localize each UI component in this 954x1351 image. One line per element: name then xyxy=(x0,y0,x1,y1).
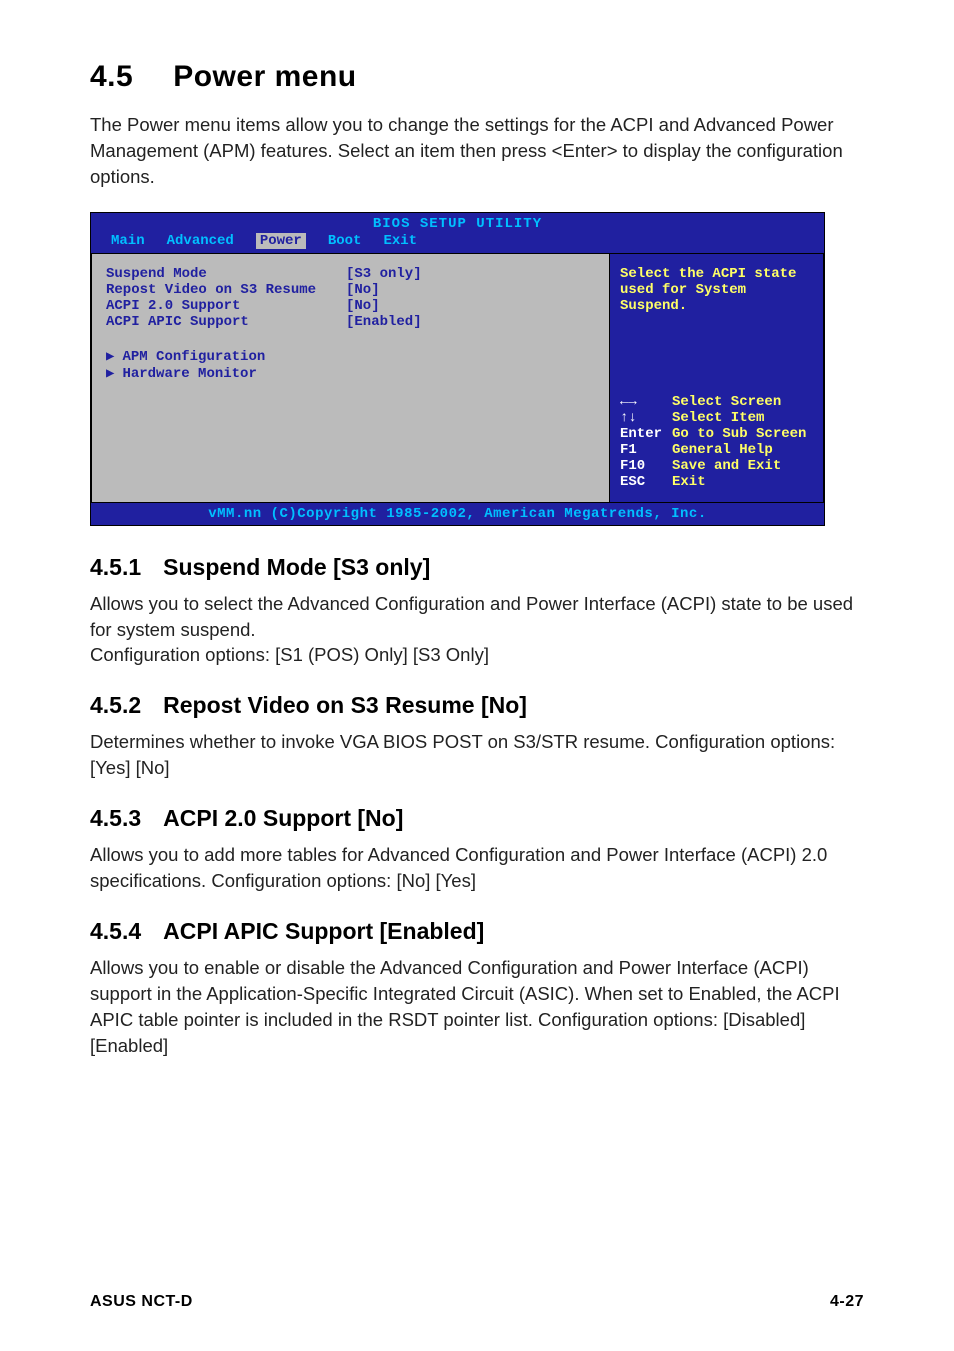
bios-submenu-apm[interactable]: ▶ APM Configuration xyxy=(106,348,595,365)
section-heading: 4.5 Power menu xyxy=(90,60,864,94)
bios-nav-row: ↑↓Select Item xyxy=(620,410,813,426)
bios-copyright: vMM.nn (C)Copyright 1985-2002, American … xyxy=(91,503,824,525)
footer-product: ASUS NCT-D xyxy=(90,1293,193,1311)
subsection-body: Allows you to add more tables for Advanc… xyxy=(90,842,864,894)
bios-tab-advanced[interactable]: Advanced xyxy=(167,233,234,249)
bios-nav-key: ←→ xyxy=(620,394,672,410)
bios-nav-key: Enter xyxy=(620,426,672,442)
bios-nav-row: EnterGo to Sub Screen xyxy=(620,426,813,442)
bios-nav-row: F10Save and Exit xyxy=(620,458,813,474)
subsection-body: Allows you to select the Advanced Config… xyxy=(90,591,864,669)
bios-item-label: Repost Video on S3 Resume xyxy=(106,282,346,298)
bios-nav-row: F1General Help xyxy=(620,442,813,458)
subsection-body: Determines whether to invoke VGA BIOS PO… xyxy=(90,729,864,781)
bios-submenu-label: Hardware Monitor xyxy=(122,366,256,382)
intro-paragraph: The Power menu items allow you to change… xyxy=(90,112,864,190)
subsection-title: ACPI APIC Support [Enabled] xyxy=(163,918,484,944)
bios-setting-acpi-apic[interactable]: ACPI APIC Support [Enabled] xyxy=(106,314,595,330)
subsection-number: 4.5.2 xyxy=(90,692,141,718)
bios-tab-exit[interactable]: Exit xyxy=(383,233,417,249)
page-content: 4.5 Power menu The Power menu items allow… xyxy=(90,60,864,1283)
bios-item-label: ACPI APIC Support xyxy=(106,314,346,330)
bios-setting-repost-video[interactable]: Repost Video on S3 Resume [No] xyxy=(106,282,595,298)
subsection-body: Allows you to enable or disable the Adva… xyxy=(90,955,864,1059)
subsection-heading: 4.5.1 Suspend Mode [S3 only] xyxy=(90,554,864,581)
subsection-heading: 4.5.2 Repost Video on S3 Resume [No] xyxy=(90,692,864,719)
bios-submenu-list: ▶ APM Configuration ▶ Hardware Monitor xyxy=(106,348,595,382)
bios-tab-main[interactable]: Main xyxy=(111,233,145,249)
bios-setting-acpi-20[interactable]: ACPI 2.0 Support [No] xyxy=(106,298,595,314)
bios-nav-row: ←→Select Screen xyxy=(620,394,813,410)
bios-nav-key: F1 xyxy=(620,442,672,458)
bios-nav-desc: Exit xyxy=(672,474,706,490)
bios-item-label: Suspend Mode xyxy=(106,266,346,282)
triangle-icon: ▶ xyxy=(106,349,114,365)
heading-title: Power menu xyxy=(173,60,356,93)
subsection-heading: 4.5.3 ACPI 2.0 Support [No] xyxy=(90,805,864,832)
bios-item-value: [No] xyxy=(346,282,595,298)
bios-screenshot: BIOS SETUP UTILITY Main Advanced Power B… xyxy=(90,212,825,526)
bios-tab-power[interactable]: Power xyxy=(256,233,306,249)
bios-nav-key: ↑↓ xyxy=(620,410,672,426)
bios-setting-suspend-mode[interactable]: Suspend Mode [S3 only] xyxy=(106,266,595,282)
bios-nav-key: ESC xyxy=(620,474,672,490)
subsection-number: 4.5.1 xyxy=(90,554,141,580)
footer-page-number: 4-27 xyxy=(830,1293,864,1311)
bios-help-panel: Select the ACPI state used for System Su… xyxy=(609,253,824,503)
subsection-title: Repost Video on S3 Resume [No] xyxy=(163,692,527,718)
bios-submenu-label: APM Configuration xyxy=(122,349,265,365)
bios-nav-key: F10 xyxy=(620,458,672,474)
bios-nav-desc: Select Item xyxy=(672,410,764,426)
bios-tab-bar: Main Advanced Power Boot Exit xyxy=(91,232,824,253)
subsection-number: 4.5.3 xyxy=(90,805,141,831)
bios-nav-desc: Go to Sub Screen xyxy=(672,426,806,442)
subsection-heading: 4.5.4 ACPI APIC Support [Enabled] xyxy=(90,918,864,945)
bios-help-text: Select the ACPI state used for System Su… xyxy=(620,266,813,394)
heading-number: 4.5 xyxy=(90,60,133,93)
bios-item-label: ACPI 2.0 Support xyxy=(106,298,346,314)
bios-nav-desc: General Help xyxy=(672,442,773,458)
bios-tab-boot[interactable]: Boot xyxy=(328,233,362,249)
bios-submenu-hwmon[interactable]: ▶ Hardware Monitor xyxy=(106,365,595,382)
subsection-title: Suspend Mode [S3 only] xyxy=(163,554,430,580)
bios-settings-panel: Suspend Mode [S3 only] Repost Video on S… xyxy=(91,253,609,503)
bios-item-value: [S3 only] xyxy=(346,266,595,282)
bios-main-area: Suspend Mode [S3 only] Repost Video on S… xyxy=(91,253,824,503)
bios-item-value: [Enabled] xyxy=(346,314,595,330)
subsection-number: 4.5.4 xyxy=(90,918,141,944)
triangle-icon: ▶ xyxy=(106,366,114,382)
bios-nav-hints: ←→Select Screen ↑↓Select Item EnterGo to… xyxy=(620,394,813,490)
bios-nav-desc: Select Screen xyxy=(672,394,781,410)
bios-nav-desc: Save and Exit xyxy=(672,458,781,474)
subsection-title: ACPI 2.0 Support [No] xyxy=(163,805,403,831)
page-footer: ASUS NCT-D 4-27 xyxy=(90,1283,864,1311)
bios-title: BIOS SETUP UTILITY xyxy=(91,213,824,232)
bios-item-value: [No] xyxy=(346,298,595,314)
bios-nav-row: ESCExit xyxy=(620,474,813,490)
